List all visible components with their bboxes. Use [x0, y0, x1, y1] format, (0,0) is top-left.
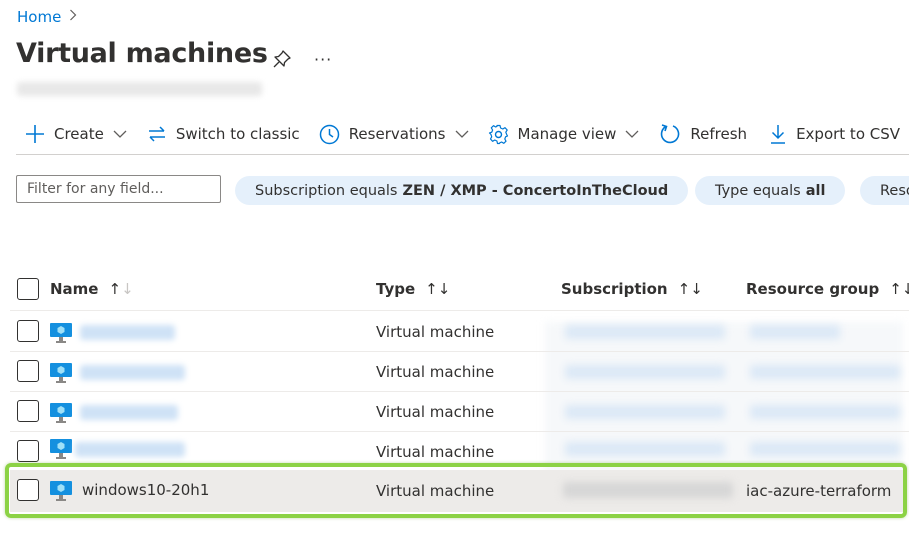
page-title: Virtual machines [16, 38, 268, 69]
table-header: Name ↑ ↓ Type ↑↓ Subscription ↑↓ Resource… [0, 272, 909, 310]
export-csv-label: Export to CSV [796, 125, 901, 143]
virtual-machine-icon [50, 363, 72, 383]
subscription-redacted [565, 405, 725, 419]
column-header-subscription[interactable]: Subscription ↑↓ [561, 280, 703, 298]
switch-arrows-icon [148, 126, 165, 142]
table-row[interactable]: Virtual machine [10, 432, 909, 472]
resource-group-redacted[interactable] [750, 405, 900, 419]
subtitle-redacted [17, 82, 262, 96]
subscription-redacted [565, 365, 725, 379]
type-cell: Virtual machine [376, 403, 495, 421]
type-cell: Virtual machine [376, 443, 495, 461]
manage-view-label: Manage view [517, 125, 617, 143]
more-options-button[interactable]: ··· [314, 50, 332, 69]
sort-icon: ↑↓ [108, 280, 134, 298]
row-checkbox[interactable] [17, 320, 39, 342]
sort-icon: ↑↓ [889, 280, 909, 298]
switch-to-classic-button[interactable]: Switch to classic [147, 124, 300, 144]
row-checkbox[interactable] [17, 479, 39, 501]
chevron-down-icon [455, 130, 468, 138]
filter-input[interactable] [16, 175, 221, 203]
vm-name-redacted[interactable] [80, 405, 178, 420]
chevron-down-icon [625, 130, 639, 138]
column-header-name[interactable]: Name ↑ ↓ [50, 280, 134, 298]
column-header-type[interactable]: Type ↑↓ [376, 280, 450, 298]
select-all-checkbox[interactable] [17, 278, 39, 300]
gear-icon [488, 124, 508, 144]
breadcrumb-home-link[interactable]: Home [17, 8, 61, 26]
sort-icon: ↑↓ [425, 280, 451, 298]
resource-group-filter-prefix: Reso [880, 182, 909, 199]
subscription-filter-value: ZEN / XMP - ConcertoInTheCloud [402, 182, 669, 199]
create-button[interactable]: Create [25, 124, 127, 144]
type-cell: Virtual machine [376, 482, 495, 500]
command-bar: Create Switch to classic Reservations Ma… [0, 118, 909, 150]
type-filter-value: all [805, 182, 826, 199]
vm-name-redacted[interactable] [80, 365, 185, 380]
table-row[interactable]: Virtual machine [10, 312, 909, 352]
subscription-redacted [565, 325, 725, 339]
plus-icon [26, 125, 44, 143]
refresh-label: Refresh [690, 125, 748, 143]
chevron-right-icon [69, 9, 77, 25]
vm-name-redacted[interactable] [80, 325, 175, 340]
vm-name-link[interactable]: windows10-20h1 [82, 481, 209, 499]
toolbar-divider [16, 154, 909, 155]
sort-icon: ↑↓ [677, 280, 703, 298]
type-filter-pill[interactable]: Type equals all [695, 176, 846, 205]
table-row[interactable]: Virtual machine [10, 352, 909, 392]
download-icon [771, 125, 786, 144]
refresh-button[interactable]: Refresh [659, 123, 747, 145]
refresh-icon [661, 124, 680, 144]
manage-view-button[interactable]: Manage view [488, 124, 640, 145]
row-checkbox[interactable] [17, 360, 39, 382]
type-filter-prefix: Type equals [715, 182, 801, 199]
resource-group-filter-pill[interactable]: Reso [860, 176, 909, 205]
header-divider [10, 310, 909, 311]
clock-icon [319, 124, 339, 144]
pin-icon[interactable] [272, 49, 292, 69]
subscription-filter-pill[interactable]: Subscription equals ZEN / XMP - Concerto… [235, 176, 689, 205]
subscription-filter-prefix: Subscription equals [255, 182, 398, 199]
switch-to-classic-label: Switch to classic [175, 125, 300, 143]
resource-group-redacted[interactable] [750, 442, 900, 456]
resource-group-redacted[interactable] [750, 325, 840, 339]
type-cell: Virtual machine [376, 323, 495, 341]
virtual-machine-icon [50, 481, 72, 501]
virtual-machine-icon [50, 403, 72, 423]
table-row-selected[interactable]: windows10-20h1 Virtual machine iac-azure… [10, 470, 903, 512]
export-csv-button[interactable]: Export to CSV [769, 123, 900, 145]
column-header-resource-group[interactable]: Resource group ↑↓ [746, 280, 909, 298]
create-label: Create [54, 125, 104, 143]
reservations-button[interactable]: Reservations [319, 124, 469, 145]
row-checkbox[interactable] [17, 440, 39, 462]
reservations-label: Reservations [348, 125, 446, 143]
vm-name-redacted[interactable] [75, 442, 185, 457]
table-row[interactable]: Virtual machine [10, 392, 909, 432]
virtual-machine-icon [50, 439, 72, 459]
type-cell: Virtual machine [376, 363, 495, 381]
subscription-redacted [563, 482, 733, 498]
resource-group-redacted[interactable] [750, 365, 900, 379]
virtual-machine-icon [50, 323, 72, 343]
subscription-redacted [565, 442, 725, 456]
breadcrumb: Home [17, 8, 77, 26]
resource-group-link[interactable]: iac-azure-terraform [746, 482, 891, 500]
chevron-down-icon [113, 130, 127, 138]
row-checkbox[interactable] [17, 400, 39, 422]
